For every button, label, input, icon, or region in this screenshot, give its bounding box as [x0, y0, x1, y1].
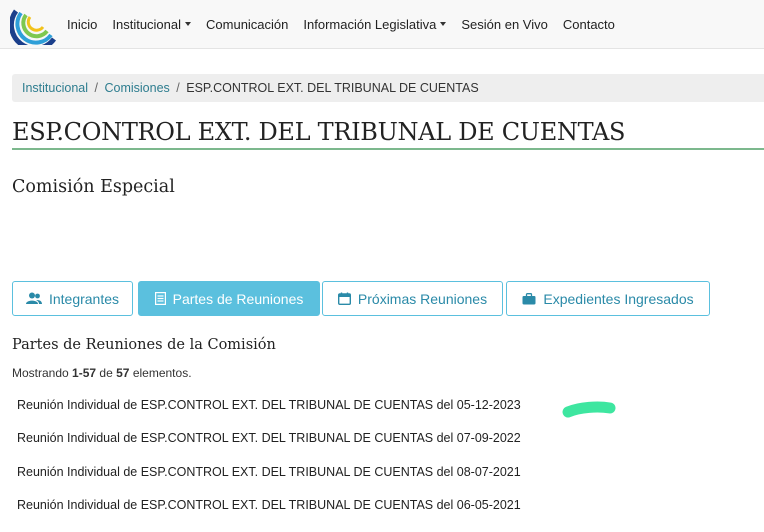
breadcrumb-current: ESP.CONTROL EXT. DEL TRIBUNAL DE CUENTAS: [186, 81, 479, 95]
caret-down-icon: [440, 22, 447, 26]
nav-item-label: Inicio: [67, 16, 98, 32]
nav-item-contacto[interactable]: Contacto: [563, 17, 615, 32]
results-summary: Mostrando 1-57 de 57 elementos.: [12, 366, 192, 380]
page-title: ESP.CONTROL EXT. DEL TRIBUNAL DE CUENTAS: [12, 118, 626, 146]
meeting-item[interactable]: Reunión Individual de ESP.CONTROL EXT. D…: [17, 431, 521, 445]
nav-item-label: Contacto: [562, 16, 615, 32]
summary-suffix: elementos.: [132, 366, 192, 380]
summary-total: 57: [116, 366, 130, 380]
tab-expedientes-ingresados[interactable]: Expedientes Ingresados: [506, 281, 710, 316]
document-icon: [154, 292, 166, 305]
nav-item-label: Información Legislativa: [303, 16, 437, 32]
summary-middle: de: [99, 366, 113, 380]
tab-integrantes[interactable]: Integrantes: [12, 281, 133, 316]
calendar-icon: [337, 292, 351, 305]
tab-label: Expedientes Ingresados: [543, 290, 694, 307]
highlighter-mark: [562, 401, 616, 418]
nav-item-sesion-en-vivo[interactable]: Sesión en Vivo: [461, 17, 548, 32]
title-divider: [12, 148, 764, 150]
nav-item-informacion-legislativa[interactable]: Información Legislativa: [303, 16, 447, 32]
nav-item-comunicacion[interactable]: Comunicación: [206, 17, 288, 32]
summary-prefix: Mostrando: [12, 366, 69, 380]
legislature-logo[interactable]: [10, 3, 60, 45]
tab-partes-de-reuniones[interactable]: Partes de Reuniones: [138, 281, 320, 316]
meeting-item[interactable]: Reunión Individual de ESP.CONTROL EXT. D…: [17, 398, 521, 412]
nav-item-inicio[interactable]: Inicio: [67, 17, 97, 32]
breadcrumb-separator: /: [94, 81, 98, 95]
briefcase-icon: [522, 292, 536, 305]
breadcrumb-separator: /: [176, 81, 180, 95]
nav-item-label: Institucional: [112, 16, 182, 32]
caret-down-icon: [185, 22, 192, 26]
tab-proximas-reuniones[interactable]: Próximas Reuniones: [322, 281, 503, 316]
section-heading: Partes de Reuniones de la Comisión: [12, 337, 276, 353]
meeting-item[interactable]: Reunión Individual de ESP.CONTROL EXT. D…: [17, 465, 521, 479]
breadcrumb-link-institucional[interactable]: Institucional: [22, 81, 88, 95]
breadcrumb-link-comisiones[interactable]: Comisiones: [104, 81, 169, 95]
nav-item-label: Sesión en Vivo: [461, 16, 548, 32]
tab-label: Próximas Reuniones: [357, 290, 488, 307]
tab-label: Partes de Reuniones: [172, 290, 304, 307]
page-subtitle: Comisión Especial: [12, 177, 175, 197]
nav-item-label: Comunicación: [206, 16, 289, 32]
breadcrumb: Institucional / Comisiones / ESP.CONTROL…: [12, 74, 764, 102]
tab-label: Integrantes: [48, 290, 120, 307]
users-icon: [25, 292, 42, 305]
nav-item-institucional[interactable]: Institucional: [112, 16, 192, 32]
navbar: Inicio Institucional Comunicación Informaci…: [0, 0, 764, 49]
summary-range: 1-57: [72, 366, 97, 380]
meeting-item[interactable]: Reunión Individual de ESP.CONTROL EXT. D…: [17, 498, 521, 512]
